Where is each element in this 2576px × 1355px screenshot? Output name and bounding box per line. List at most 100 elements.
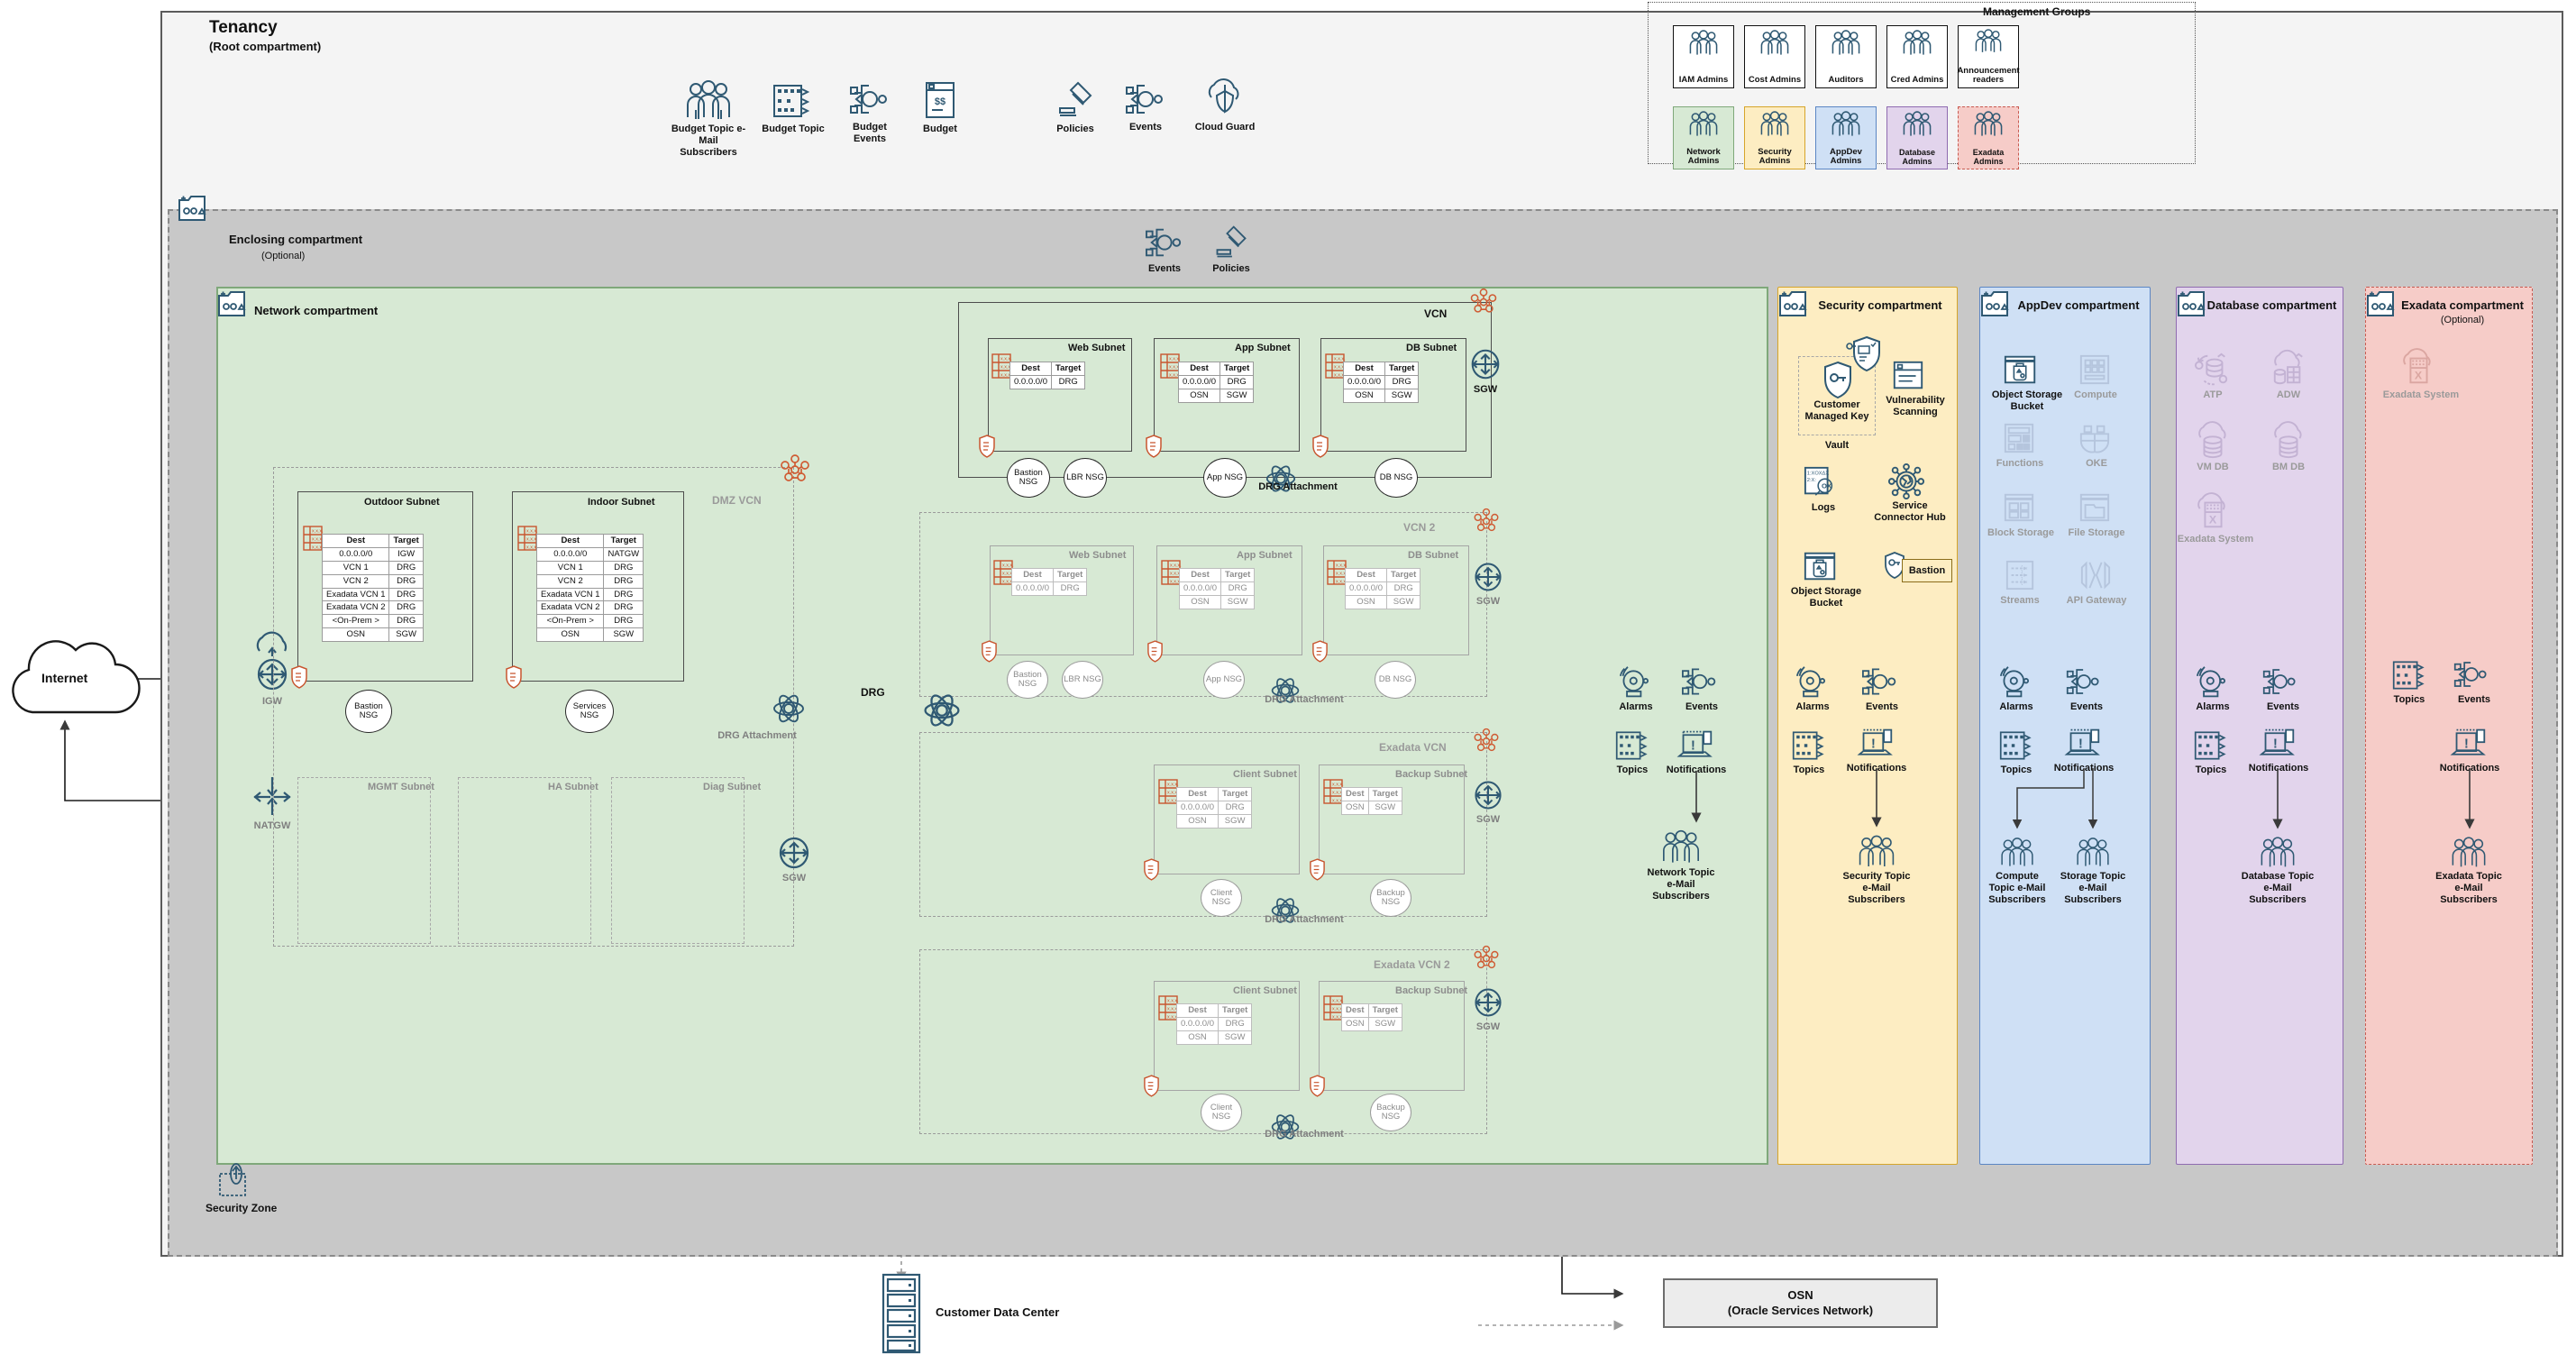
adw-icon [2270,349,2307,388]
management-groups-row-compartment-admins: Network Admins Security Admins AppDev Ad… [1673,106,2019,169]
tenancy-title: Tenancy [209,18,278,37]
file-storage-label: File Storage [2068,527,2125,538]
group-security-admins[interactable]: Security Admins [1744,106,1805,169]
logs-label: Logs [1811,502,1836,513]
subnet-web-vcn2-label: Web Subnet [1069,550,1127,561]
group-appdev-admins[interactable]: AppDev Admins [1815,106,1877,169]
internet-label: Internet [41,671,88,685]
database-topic-subscribers: Database Topic e-Mail Subscribers [2242,837,2315,905]
route-table-icon: x.x.x. x.x.x. x.x.x. [1327,560,1347,585]
svg-text:!: ! [1871,737,1876,752]
svg-text:X: X [2415,369,2423,381]
exadata-topic-subscribers: Exadata Topic e-Mail Subscribers [2435,837,2506,905]
route-table-icon: x.x.x. x.x.x. x.x.x. [1158,779,1179,804]
security-monitoring-alarms: Alarms [1794,665,1832,713]
route-table-icon: x.x.x. x.x.x. x.x.x. [517,526,538,551]
group-auditors[interactable]: Auditors [1815,25,1877,88]
subnet-db-label: DB Subnet [1406,343,1457,353]
rt-cell: VCN 2 [321,573,390,589]
group-label: Network Admins [1686,147,1721,167]
adw-label: ADW [2276,389,2301,400]
route-table-db-vcn: Dest Target 0.0.0.0/0 DRG OSN SGW [1343,362,1420,403]
subnet-web-label: Web Subnet [1068,343,1126,353]
tenancy-service-events: Events [1125,79,1173,133]
vault-label: Vault [1824,440,1850,451]
service-gateway-exadata2: SGW [1471,984,1505,1033]
compartment-folder-icon [177,193,207,224]
nsg-bastion-vcn2: Bastion NSG [1007,661,1048,699]
drg-router [921,690,963,731]
tenancy-service-budget-events: Budget Events [849,79,897,145]
functions-label: Functions [1996,458,2044,469]
icon-label: Budget Topic [762,124,825,134]
drg-attachment-dmz [771,691,807,727]
subnet-app-vcn2-label: App Subnet [1237,550,1293,561]
osn-title: OSN [1787,1287,1813,1302]
drg-attachment-label: DRG Attachment [1265,914,1344,925]
svg-text:!: ! [2273,737,2278,752]
appdev-object-storage-icon [2003,352,2039,388]
drg-label: DRG [861,686,885,699]
vmdb-label: VM DB [2197,462,2229,472]
oke-icon [2078,422,2111,454]
bastion-button[interactable]: Bastion [1902,559,1952,582]
notification-arrow [1691,771,1702,823]
group-database-admins[interactable]: Database Admins [1886,106,1948,169]
service-connector-hub-icon [1887,462,1925,500]
vcn-icon [1471,727,1502,757]
rt-cell: Exadata VCN 2 [321,600,390,616]
service-gateway-vcn2: SGW [1471,559,1505,608]
api-gateway-label: API Gateway [2066,595,2127,606]
file-storage-icon [2078,490,2111,523]
group-cred-admins[interactable]: Cred Admins [1886,25,1948,88]
svg-text:!: ! [2464,737,2469,752]
group-network-admins[interactable]: Network Admins [1673,106,1734,169]
route-table-icon: x.x.x. x.x.x. x.x.x. [1323,995,1344,1021]
subnet-ha [458,777,591,944]
vcn-icon [1471,507,1502,537]
group-label: Cred Admins [1890,75,1944,86]
security-list-icon [1309,858,1326,881]
sgw-label: SGW [1473,384,1498,395]
network-monitoring-events: Events [1681,664,1722,713]
internet-cloud: Internet [5,631,141,726]
enclosing-compartment-title: Enclosing compartment [229,233,363,246]
bmdb-icon [2270,421,2307,460]
route-table-icon: x.x.x. x.x.x. x.x.x. [1160,353,1181,379]
compute-topic-subscribers: Compute Topic e-Mail Subscribers [1988,837,2051,905]
group-iam-admins[interactable]: IAM Admins [1673,25,1734,88]
icon-label: Events [1128,122,1163,133]
exadata-monitoring-events: Events [2453,656,2495,706]
appdev-notification-arrows [2012,768,2098,829]
tenancy-subtitle: (Root compartment) [209,40,322,53]
database-monitoring-notifications: ! Notifications [2249,727,2314,774]
vcn-exadata-label: Exadata VCN [1379,741,1447,754]
database-compartment-title: Database compartment [2206,298,2337,312]
exadata-monitoring-notifications: ! Notifications [2440,727,2505,774]
customer-managed-key-label: Customer Managed Key [1804,399,1869,422]
group-exadata-admins[interactable]: Exadata Admins [1958,106,2019,169]
streams-label: Streams [2000,595,2040,606]
nsg-db-vcn: DB NSG [1375,458,1418,498]
group-cost-admins[interactable]: Cost Admins [1744,25,1805,88]
security-list-icon [978,435,996,458]
route-table-icon: x.x.x. x.x.x. x.x.x. [1323,779,1344,804]
security-list-icon [290,665,308,689]
enclosing-compartment-subtitle: (Optional) [261,251,306,261]
service-connector-hub-label: Service Connector Hub [1874,500,1946,523]
group-label: Announcement readers [1957,66,2020,86]
group-label: Auditors [1828,75,1864,86]
route-table-icon: x.x.x. x.x.x. x.x.x. [1325,353,1346,379]
compute-label: Compute [2074,389,2117,400]
bmdb-label: BM DB [2271,462,2306,472]
group-announcement-readers[interactable]: Announcement readers [1957,25,2020,88]
appdev-compartment-title: AppDev compartment [2017,298,2140,312]
security-zone-label: Security Zone [206,1202,278,1214]
object-storage-icon [1803,548,1839,584]
nsg-client-exadata: Client NSG [1201,879,1242,917]
compartment-folder-icon [216,288,247,319]
svg-text:1:XOXΔX: 1:XOXΔX [1807,471,1830,476]
route-table-icon: x.x.x. x.x.x. x.x.x. [1158,995,1179,1021]
route-table-icon: x.x.x. x.x.x. x.x.x. [993,560,1014,585]
enclosing-service-policies: Policies [1210,224,1257,275]
